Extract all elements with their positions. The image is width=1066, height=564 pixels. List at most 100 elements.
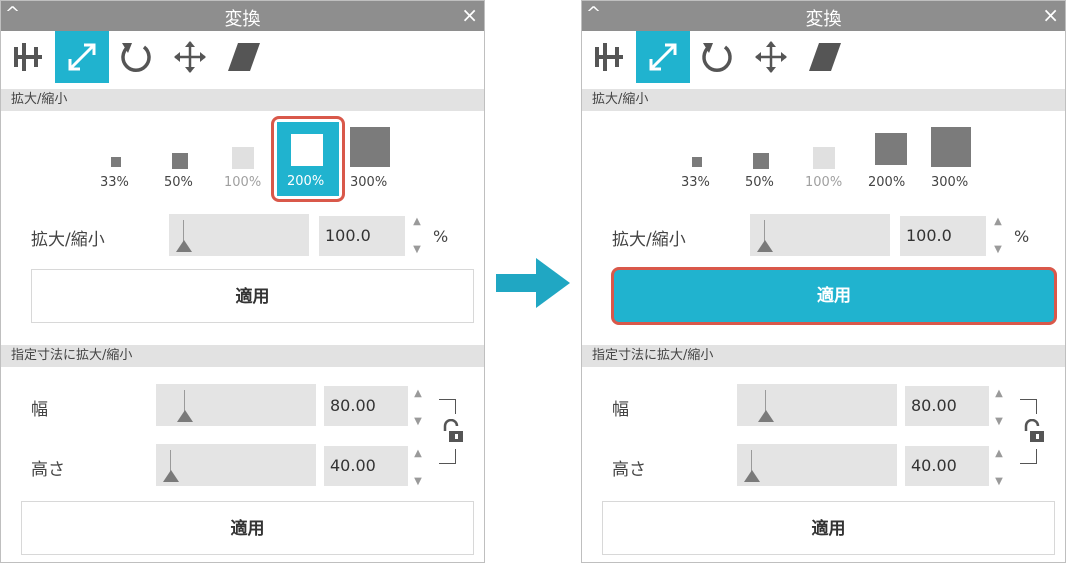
preset-square [111, 157, 121, 167]
preset-label: 33% [100, 175, 129, 190]
height-spinner[interactable]: ▲ ▼ [992, 447, 1006, 487]
scale-unit: % [1014, 227, 1030, 246]
preset-label: 300% [350, 175, 388, 190]
dimension-apply-button[interactable]: 適用 [602, 501, 1055, 555]
preset-square [172, 153, 188, 169]
slider-thumb[interactable] [744, 470, 760, 482]
apply-button[interactable]: 適用 [611, 267, 1057, 325]
transform-toolbar [1, 31, 484, 83]
align-tool-button[interactable] [582, 31, 636, 83]
preset-200[interactable]: 200% [868, 131, 914, 193]
rotate-tool-button[interactable] [690, 31, 744, 83]
width-input[interactable]: 80.00 [324, 386, 408, 426]
scale-spinner[interactable]: ▲ ▼ [410, 215, 424, 255]
width-input[interactable]: 80.00 [905, 386, 989, 426]
scale-section-header: 拡大/縮小 [582, 89, 1065, 111]
close-icon[interactable]: × [461, 3, 478, 27]
dimension-apply-button[interactable]: 適用 [21, 501, 474, 555]
transform-panel-after: ^ 変換 × 拡大/縮小 33% 50% 100% 200% 300% 拡大/縮… [581, 0, 1066, 563]
unlock-icon[interactable] [1020, 419, 1046, 445]
height-input[interactable]: 40.00 [324, 446, 408, 486]
preset-100[interactable]: 100% [802, 141, 848, 193]
shear-tool-button[interactable] [798, 31, 852, 83]
preset-100[interactable]: 100% [221, 141, 267, 193]
scale-tool-button[interactable] [55, 31, 109, 83]
lock-bracket-top [439, 399, 456, 414]
slider-thumb[interactable] [163, 470, 179, 482]
rotate-icon [121, 43, 151, 72]
lock-bracket-bottom [1020, 449, 1037, 464]
transform-toolbar [582, 31, 1065, 83]
preset-50[interactable]: 50% [742, 147, 782, 193]
width-label: 幅 [612, 400, 629, 420]
scale-icon [649, 43, 677, 71]
unlock-icon[interactable] [439, 419, 465, 445]
lock-bracket-bottom [439, 449, 456, 464]
height-spinner[interactable]: ▲ ▼ [411, 447, 425, 487]
preset-highlight-frame [271, 116, 345, 202]
scale-spinner[interactable]: ▲ ▼ [991, 215, 1005, 255]
move-tool-button[interactable] [163, 31, 217, 83]
scale-icon [68, 43, 96, 71]
preset-33[interactable]: 33% [678, 151, 718, 193]
lock-bracket-top [1020, 399, 1037, 414]
panel-title: 変換 [805, 9, 842, 30]
height-input[interactable]: 40.00 [905, 446, 989, 486]
apply-button[interactable]: 適用 [31, 269, 474, 323]
scale-label: 拡大/縮小 [31, 230, 105, 250]
preset-50[interactable]: 50% [161, 147, 201, 193]
scale-input[interactable]: 100.0 [319, 216, 405, 256]
preset-square [753, 153, 769, 169]
move-tool-button[interactable] [744, 31, 798, 83]
preset-square [692, 157, 702, 167]
shear-icon [809, 43, 841, 71]
preset-300[interactable]: 300% [347, 125, 393, 195]
preset-label: 50% [745, 175, 774, 190]
align-tool-button[interactable] [1, 31, 55, 83]
slider-thumb[interactable] [177, 410, 193, 422]
shear-icon [228, 43, 260, 71]
preset-label: 300% [931, 175, 969, 190]
preset-square [232, 147, 254, 169]
preset-square [350, 127, 390, 167]
preset-label: 50% [164, 175, 193, 190]
rotate-tool-button[interactable] [109, 31, 163, 83]
panel-title: 変換 [224, 9, 261, 30]
transition-arrow-icon [496, 258, 570, 308]
height-slider[interactable] [156, 444, 316, 486]
preset-label: 33% [681, 175, 710, 190]
preset-square [875, 133, 907, 165]
scale-input[interactable]: 100.0 [900, 216, 986, 256]
slider-thumb[interactable] [176, 240, 192, 252]
slider-thumb[interactable] [758, 410, 774, 422]
title-bar: ^ 変換 × [582, 1, 1065, 31]
scale-slider[interactable] [169, 214, 309, 256]
slider-thumb[interactable] [757, 240, 773, 252]
transform-panel-before: ^ 変換 × 拡大/縮小 33% 50% 100% 200% 300% 拡大/縮… [0, 0, 485, 563]
scale-unit: % [433, 227, 449, 246]
height-label: 高さ [31, 460, 65, 480]
preset-square [931, 127, 971, 167]
dimension-section-header: 指定寸法に拡大/縮小 [582, 345, 1065, 367]
align-icon [14, 43, 42, 71]
width-spinner[interactable]: ▲ ▼ [992, 387, 1006, 427]
preset-label: 100% [224, 175, 262, 190]
shear-tool-button[interactable] [217, 31, 271, 83]
preset-300[interactable]: 300% [928, 125, 974, 195]
width-label: 幅 [31, 400, 48, 420]
align-icon [595, 43, 623, 71]
preset-33[interactable]: 33% [97, 151, 137, 193]
scale-label: 拡大/縮小 [612, 230, 686, 250]
title-bar: ^ 変換 × [1, 1, 484, 31]
width-slider[interactable] [737, 384, 897, 426]
close-icon[interactable]: × [1042, 3, 1059, 27]
preset-square [813, 147, 835, 169]
scale-section-header: 拡大/縮小 [1, 89, 484, 111]
width-spinner[interactable]: ▲ ▼ [411, 387, 425, 427]
height-slider[interactable] [737, 444, 897, 486]
scale-slider[interactable] [750, 214, 890, 256]
preset-label: 200% [868, 175, 906, 190]
dimension-section-header: 指定寸法に拡大/縮小 [1, 345, 484, 367]
width-slider[interactable] [156, 384, 316, 426]
scale-tool-button[interactable] [636, 31, 690, 83]
